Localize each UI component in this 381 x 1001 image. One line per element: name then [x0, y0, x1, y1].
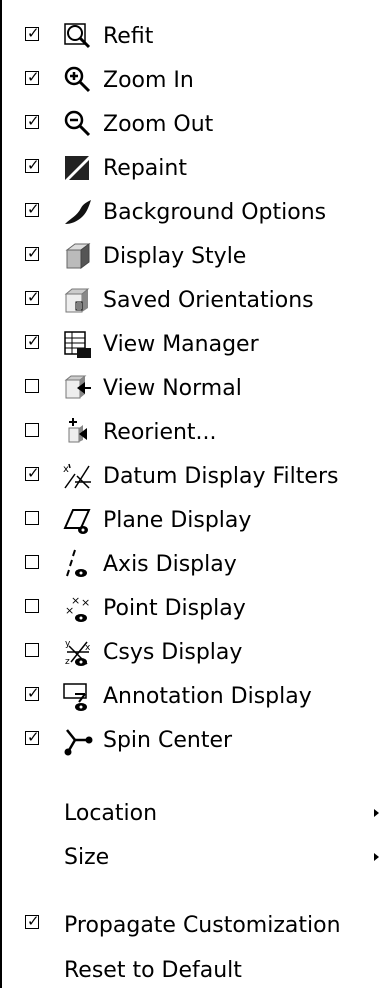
checkbox[interactable]: [25, 643, 39, 657]
menu-item-background-options[interactable]: ✓ Background Options: [0, 191, 381, 235]
checkbox[interactable]: [25, 511, 39, 525]
menu-item-label: View Normal: [103, 376, 242, 401]
plane-display-icon: [63, 509, 91, 534]
menu-item-zoom-in[interactable]: ✓ Zoom In: [0, 59, 381, 103]
check-mark: ✓: [27, 912, 40, 930]
check-mark: ✓: [27, 24, 40, 42]
menu-item-display-style[interactable]: ✓ Display Style: [0, 235, 381, 279]
menu-item-label: Annotation Display: [103, 684, 312, 709]
svg-text:×: ×: [81, 596, 90, 609]
checkbox[interactable]: ✓: [25, 244, 40, 262]
check-mark: ✓: [27, 68, 40, 86]
check-mark: ✓: [27, 332, 40, 350]
check-mark: ✓: [27, 464, 40, 482]
datum-filters-icon: x: [63, 463, 91, 489]
checkbox[interactable]: ✓: [25, 684, 40, 702]
checkbox[interactable]: ✓: [25, 464, 40, 482]
submenu-arrow-icon: [374, 809, 379, 817]
axis-display-icon: [66, 549, 87, 577]
menu-item-label: Refit: [103, 24, 154, 49]
menu-item-refit[interactable]: ✓ Refit: [0, 15, 381, 59]
checkbox[interactable]: ✓: [25, 728, 40, 746]
checkbox[interactable]: [25, 555, 39, 569]
menu-item-repaint[interactable]: ✓ Repaint: [0, 147, 381, 191]
view-normal-icon: [64, 375, 91, 399]
checkbox[interactable]: [25, 423, 39, 437]
spin-center-icon: [64, 729, 93, 756]
menu-item-label: Datum Display Filters: [103, 464, 339, 489]
display-style-icon: [65, 243, 91, 269]
menu-item-label: Saved Orientations: [103, 288, 314, 313]
check-mark: ✓: [27, 728, 40, 746]
menu-item-saved-orientations[interactable]: ✓ Saved Orientations: [0, 279, 381, 323]
submenu-label: Location: [64, 801, 158, 826]
menu-item-zoom-out[interactable]: ✓ Zoom Out: [0, 103, 381, 147]
check-mark: ✓: [27, 244, 40, 262]
menu-item-label: Axis Display: [103, 552, 237, 577]
submenu-label: Size: [64, 845, 110, 870]
propagate-checkbox[interactable]: ✓: [25, 912, 40, 930]
svg-text:x: x: [63, 464, 69, 475]
zoom-in-icon: [64, 66, 91, 93]
menu-item-label: Background Options: [103, 200, 327, 225]
checkbox[interactable]: ✓: [25, 112, 40, 130]
menu-item-axis-display[interactable]: Axis Display: [0, 543, 381, 587]
check-mark: ✓: [27, 112, 40, 130]
annotation-display-icon: [63, 683, 87, 711]
propagate-customization-item[interactable]: ✓ Propagate Customization: [0, 912, 381, 958]
view-manager-icon: [64, 331, 91, 358]
submenu-location[interactable]: Location: [0, 792, 381, 836]
refit-icon: [64, 23, 91, 49]
reset-to-default-item[interactable]: Reset to Default: [0, 957, 381, 1001]
check-mark: ✓: [27, 200, 40, 218]
menu-item-view-manager[interactable]: ✓ View Manager: [0, 323, 381, 367]
menu-item-label: Csys Display: [103, 640, 243, 665]
menu-item-label: Repaint: [103, 156, 187, 181]
saved-orientations-icon: [64, 288, 90, 313]
menu-item-label: Zoom Out: [103, 112, 214, 137]
checkbox[interactable]: ✓: [25, 156, 40, 174]
menu-item-datum-display-filters[interactable]: ✓ x Datum Display Filters: [0, 455, 381, 499]
checkbox[interactable]: ✓: [25, 24, 40, 42]
menu-item-label: Reorient...: [103, 420, 217, 445]
check-mark: ✓: [27, 288, 40, 306]
menu-item-plane-display[interactable]: Plane Display: [0, 499, 381, 543]
reorient-icon: [68, 418, 87, 443]
propagate-label: Propagate Customization: [64, 913, 341, 938]
menu-item-label: Point Display: [103, 596, 246, 621]
zoom-out-icon: [64, 110, 91, 137]
menu-item-spin-center[interactable]: ✓ Spin Center: [0, 719, 381, 763]
checkbox[interactable]: ✓: [25, 68, 40, 86]
csys-display-icon: y z x: [65, 639, 91, 667]
svg-text:x: x: [85, 643, 91, 653]
menu-item-reorient[interactable]: Reorient...: [0, 411, 381, 455]
background-icon: [65, 200, 91, 224]
check-mark: ✓: [27, 684, 40, 702]
submenu-size[interactable]: Size: [0, 836, 381, 880]
check-mark: ✓: [27, 156, 40, 174]
svg-text:z: z: [65, 657, 70, 667]
menu-item-view-normal[interactable]: View Normal: [0, 367, 381, 411]
menu-item-annotation-display[interactable]: ✓ Annotation Display: [0, 675, 381, 719]
svg-text:×: ×: [65, 604, 74, 617]
menu-item-label: Plane Display: [103, 508, 252, 533]
repaint-icon: [65, 156, 89, 180]
checkbox[interactable]: [25, 599, 39, 613]
submenu-arrow-icon: [374, 853, 379, 861]
menu-item-point-display[interactable]: × × × Point Display: [0, 587, 381, 631]
point-display-icon: × × ×: [65, 594, 90, 622]
checkbox[interactable]: ✓: [25, 200, 40, 218]
menu-item-label: Zoom In: [103, 68, 194, 93]
menu-item-label: Display Style: [103, 244, 247, 269]
checkbox[interactable]: [25, 379, 39, 393]
menu-item-csys-display[interactable]: y z x Csys Display: [0, 631, 381, 675]
menu-item-label: Spin Center: [103, 728, 233, 753]
checkbox[interactable]: ✓: [25, 288, 40, 306]
checkbox[interactable]: ✓: [25, 332, 40, 350]
reset-label: Reset to Default: [64, 958, 242, 983]
menu-item-label: View Manager: [103, 332, 259, 357]
